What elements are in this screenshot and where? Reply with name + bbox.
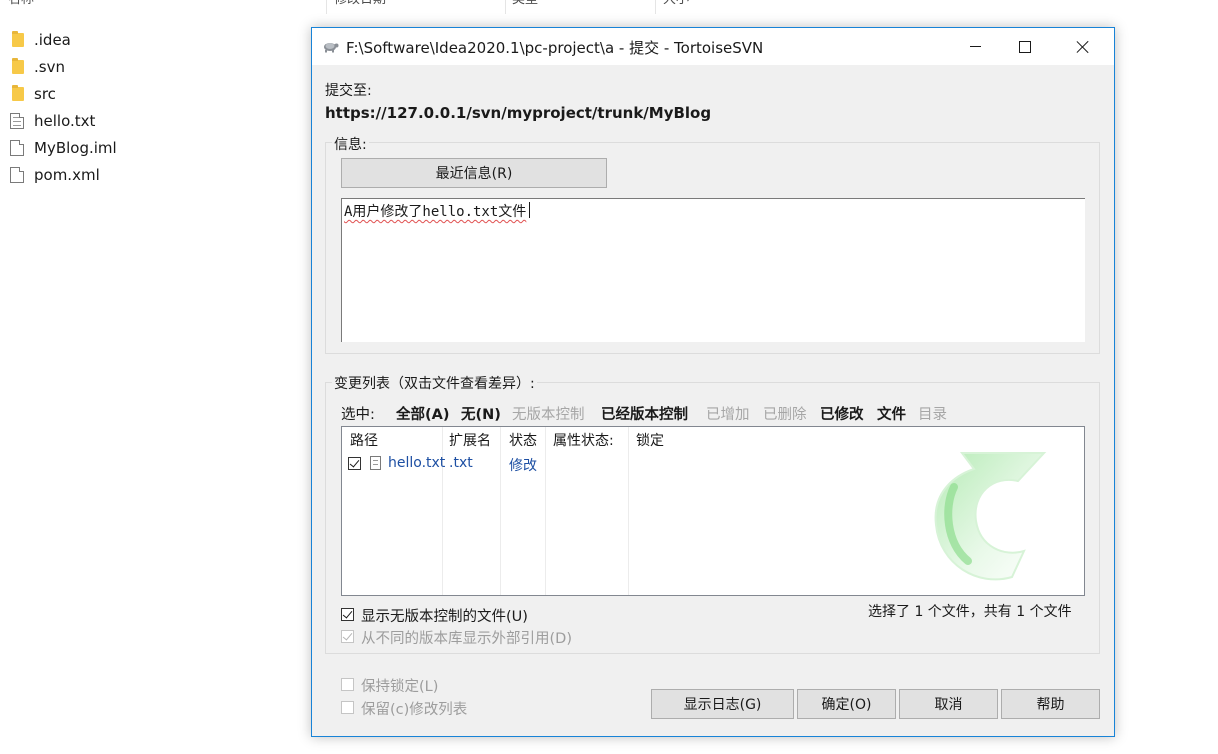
filter-none[interactable]: 无(N) <box>461 403 501 424</box>
commit-message-input[interactable]: A用户修改了hello.txt文件 <box>341 198 1085 342</box>
changes-list[interactable]: 路径 扩展名 状态 属性状态: 锁定 hello.txt .txt 修改 <box>341 426 1085 596</box>
column-header-lock[interactable]: 锁定 <box>636 430 664 450</box>
file-item-svn[interactable]: .svn <box>10 53 117 80</box>
file-name: src <box>34 84 56 103</box>
column-divider <box>505 0 506 14</box>
folder-icon <box>12 30 24 47</box>
filter-directories: 目录 <box>918 407 947 423</box>
column-divider <box>500 427 501 595</box>
maximize-icon <box>1019 40 1031 53</box>
column-header-date[interactable]: 修改日期 <box>334 0 386 12</box>
recent-messages-button[interactable]: 最近信息(R) <box>341 158 607 188</box>
close-button[interactable] <box>1060 28 1106 65</box>
column-divider <box>545 427 546 595</box>
column-header-size[interactable]: 大小 <box>663 0 689 12</box>
show-unversioned-checkbox[interactable] <box>341 608 354 621</box>
filter-added: 已增加 <box>706 407 750 423</box>
show-log-button[interactable]: 显示日志(G) <box>651 689 794 719</box>
file-item-pom-xml[interactable]: pom.xml <box>10 161 117 188</box>
filter-deleted: 已删除 <box>763 407 807 423</box>
row-status: 修改 <box>509 458 537 474</box>
show-externals-label: 从不同的版本库显示外部引用(D) <box>361 631 572 647</box>
file-item-idea[interactable]: .idea <box>10 26 117 53</box>
commit-arrow-icon <box>934 452 1047 581</box>
filter-modified[interactable]: 已修改 <box>820 403 864 424</box>
keep-locks-checkbox <box>341 678 354 691</box>
column-divider <box>442 427 443 595</box>
column-divider <box>326 0 327 14</box>
text-file-icon <box>370 456 381 470</box>
commit-dialog: F:\Software\Idea2020.1\pc-project\a - 提交… <box>311 27 1115 737</box>
file-name: hello.txt <box>34 111 96 130</box>
select-label: 选中: <box>341 407 375 423</box>
keep-locks-label: 保持锁定(L) <box>361 679 439 695</box>
folder-icon <box>12 84 24 101</box>
repository-url: https://127.0.0.1/svn/myproject/trunk/My… <box>325 104 712 122</box>
file-list: .idea .svn src hello.txt MyBlog.iml pom.… <box>10 26 117 188</box>
selection-summary: 选择了 1 个文件，共有 1 个文件 <box>868 604 1072 620</box>
file-item-hello-txt[interactable]: hello.txt <box>10 107 117 134</box>
changes-group-title: 变更列表（双击文件查看差异）: <box>332 373 537 393</box>
folder-icon <box>12 57 24 74</box>
file-icon <box>10 139 24 156</box>
column-header-type[interactable]: 类型 <box>512 0 538 12</box>
filter-unversioned: 无版本控制 <box>512 407 585 423</box>
close-icon <box>1076 40 1090 54</box>
filter-files[interactable]: 文件 <box>877 403 906 424</box>
minimize-icon <box>969 46 981 47</box>
maximize-button[interactable] <box>1002 28 1048 65</box>
filter-all[interactable]: 全部(A) <box>396 403 449 424</box>
file-item-src[interactable]: src <box>10 80 117 107</box>
minimize-button[interactable] <box>952 28 998 65</box>
row-path: hello.txt <box>388 455 446 471</box>
file-item-myblog-iml[interactable]: MyBlog.iml <box>10 134 117 161</box>
column-header-property-status[interactable]: 属性状态: <box>553 430 614 450</box>
ok-button[interactable]: 确定(O) <box>797 689 896 719</box>
column-header-status[interactable]: 状态 <box>509 430 537 450</box>
file-name: .idea <box>34 30 71 49</box>
window-title: F:\Software\Idea2020.1\pc-project\a - 提交… <box>346 39 764 57</box>
text-caret <box>529 202 530 218</box>
column-header-path[interactable]: 路径 <box>350 430 378 450</box>
keep-changelists-checkbox <box>341 701 354 714</box>
message-group-title: 信息: <box>332 134 369 154</box>
row-extension: .txt <box>449 455 473 471</box>
title-bar[interactable]: F:\Software\Idea2020.1\pc-project\a - 提交… <box>312 28 1114 65</box>
show-unversioned-label[interactable]: 显示无版本控制的文件(U) <box>361 605 528 626</box>
row-checkbox[interactable] <box>348 457 361 470</box>
commit-to-label: 提交至: <box>325 83 372 99</box>
column-divider <box>628 427 629 595</box>
file-icon <box>10 166 24 183</box>
file-name: pom.xml <box>34 165 100 184</box>
cancel-button[interactable]: 取消 <box>899 689 998 719</box>
column-header-extension[interactable]: 扩展名 <box>449 430 491 450</box>
file-name: .svn <box>34 57 65 76</box>
help-button[interactable]: 帮助 <box>1001 689 1100 719</box>
show-externals-checkbox <box>341 630 354 643</box>
filter-versioned[interactable]: 已经版本控制 <box>601 403 688 424</box>
keep-changelists-label: 保留(c)修改列表 <box>361 702 468 718</box>
text-file-icon <box>10 112 24 129</box>
column-divider <box>655 0 656 14</box>
column-header-name[interactable]: 名称 <box>8 0 34 12</box>
commit-message-text: A用户修改了hello.txt文件 <box>344 204 527 220</box>
file-name: MyBlog.iml <box>34 138 117 157</box>
tortoise-icon <box>324 43 339 53</box>
